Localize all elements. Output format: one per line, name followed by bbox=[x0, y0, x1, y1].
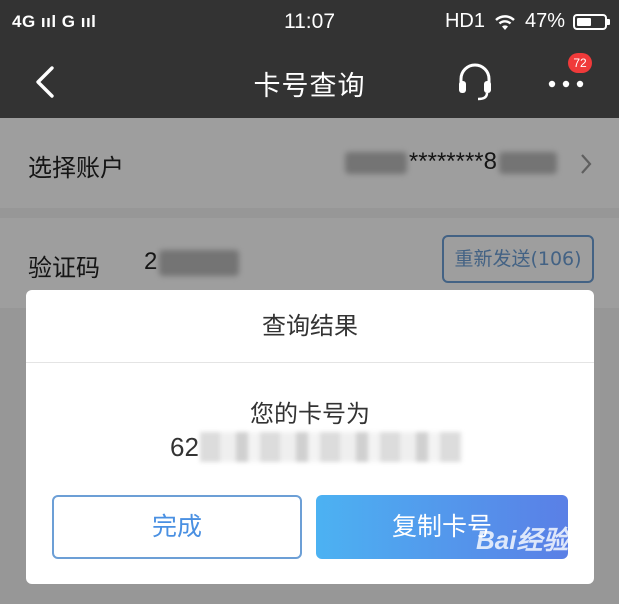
card-number-mask bbox=[200, 432, 462, 462]
result-dialog: 查询结果 您的卡号为 62 完成 复制卡号 bbox=[26, 290, 594, 584]
dialog-title: 查询结果 bbox=[262, 312, 358, 340]
dialog-message: 您的卡号为 bbox=[250, 400, 370, 428]
done-button[interactable]: 完成 bbox=[52, 495, 302, 559]
wifi-icon bbox=[495, 14, 515, 30]
more-icon[interactable] bbox=[544, 74, 588, 94]
page-title: 卡号查询 bbox=[253, 71, 366, 102]
notification-badge: 72 bbox=[568, 53, 592, 73]
headset-icon[interactable] bbox=[454, 60, 496, 102]
network-label: HD1 bbox=[444, 10, 485, 32]
copy-card-number-button[interactable]: 复制卡号 bbox=[316, 495, 568, 559]
nav-bar: 卡号查询 72 bbox=[0, 46, 619, 118]
divider bbox=[26, 362, 594, 363]
status-bar: 4G ııl G ııl 11:07 HD1 47% bbox=[0, 0, 619, 46]
card-number: 62 bbox=[170, 432, 199, 462]
battery-percent: 47% bbox=[524, 10, 565, 32]
status-right-group: HD1 47% bbox=[444, 10, 610, 33]
battery-icon bbox=[573, 13, 610, 30]
